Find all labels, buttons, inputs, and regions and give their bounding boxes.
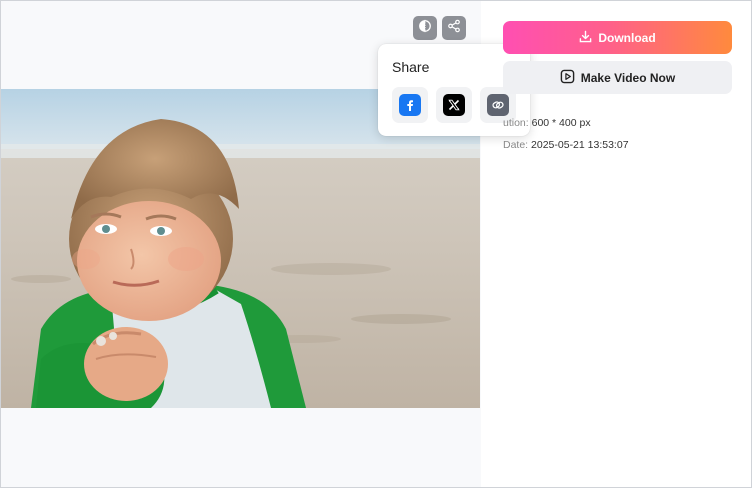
download-icon bbox=[579, 30, 592, 46]
make-video-label: Make Video Now bbox=[580, 70, 676, 85]
x-icon bbox=[443, 94, 465, 116]
compare-button[interactable] bbox=[413, 16, 437, 40]
share-button[interactable] bbox=[442, 16, 466, 40]
share-icon bbox=[447, 19, 461, 38]
facebook-icon bbox=[399, 94, 421, 116]
date-info: Date: 2025-05-21 13:53:07 bbox=[503, 139, 629, 151]
video-play-icon bbox=[560, 69, 575, 87]
make-video-button[interactable]: Make Video Now bbox=[503, 61, 732, 94]
resolution-info: ution: 600 * 400 px bbox=[503, 117, 591, 129]
date-key: Date: bbox=[503, 139, 529, 151]
image-preview-panel: Share bbox=[1, 1, 530, 487]
compare-icon bbox=[418, 19, 432, 38]
download-label: Download bbox=[598, 30, 656, 45]
app-frame: Share Download Make Video Now ution: 600… bbox=[0, 0, 752, 488]
side-panel: Download Make Video Now ution: 600 * 400… bbox=[481, 1, 751, 487]
download-button[interactable]: Download bbox=[503, 21, 732, 54]
date-value: 2025-05-21 13:53:07 bbox=[531, 139, 629, 151]
share-x-button[interactable] bbox=[436, 87, 472, 123]
share-facebook-button[interactable] bbox=[392, 87, 428, 123]
resolution-value: 600 * 400 px bbox=[531, 117, 591, 129]
generated-image bbox=[1, 89, 480, 408]
share-popup-title: Share bbox=[392, 59, 430, 75]
resolution-key: ution: bbox=[503, 117, 529, 129]
